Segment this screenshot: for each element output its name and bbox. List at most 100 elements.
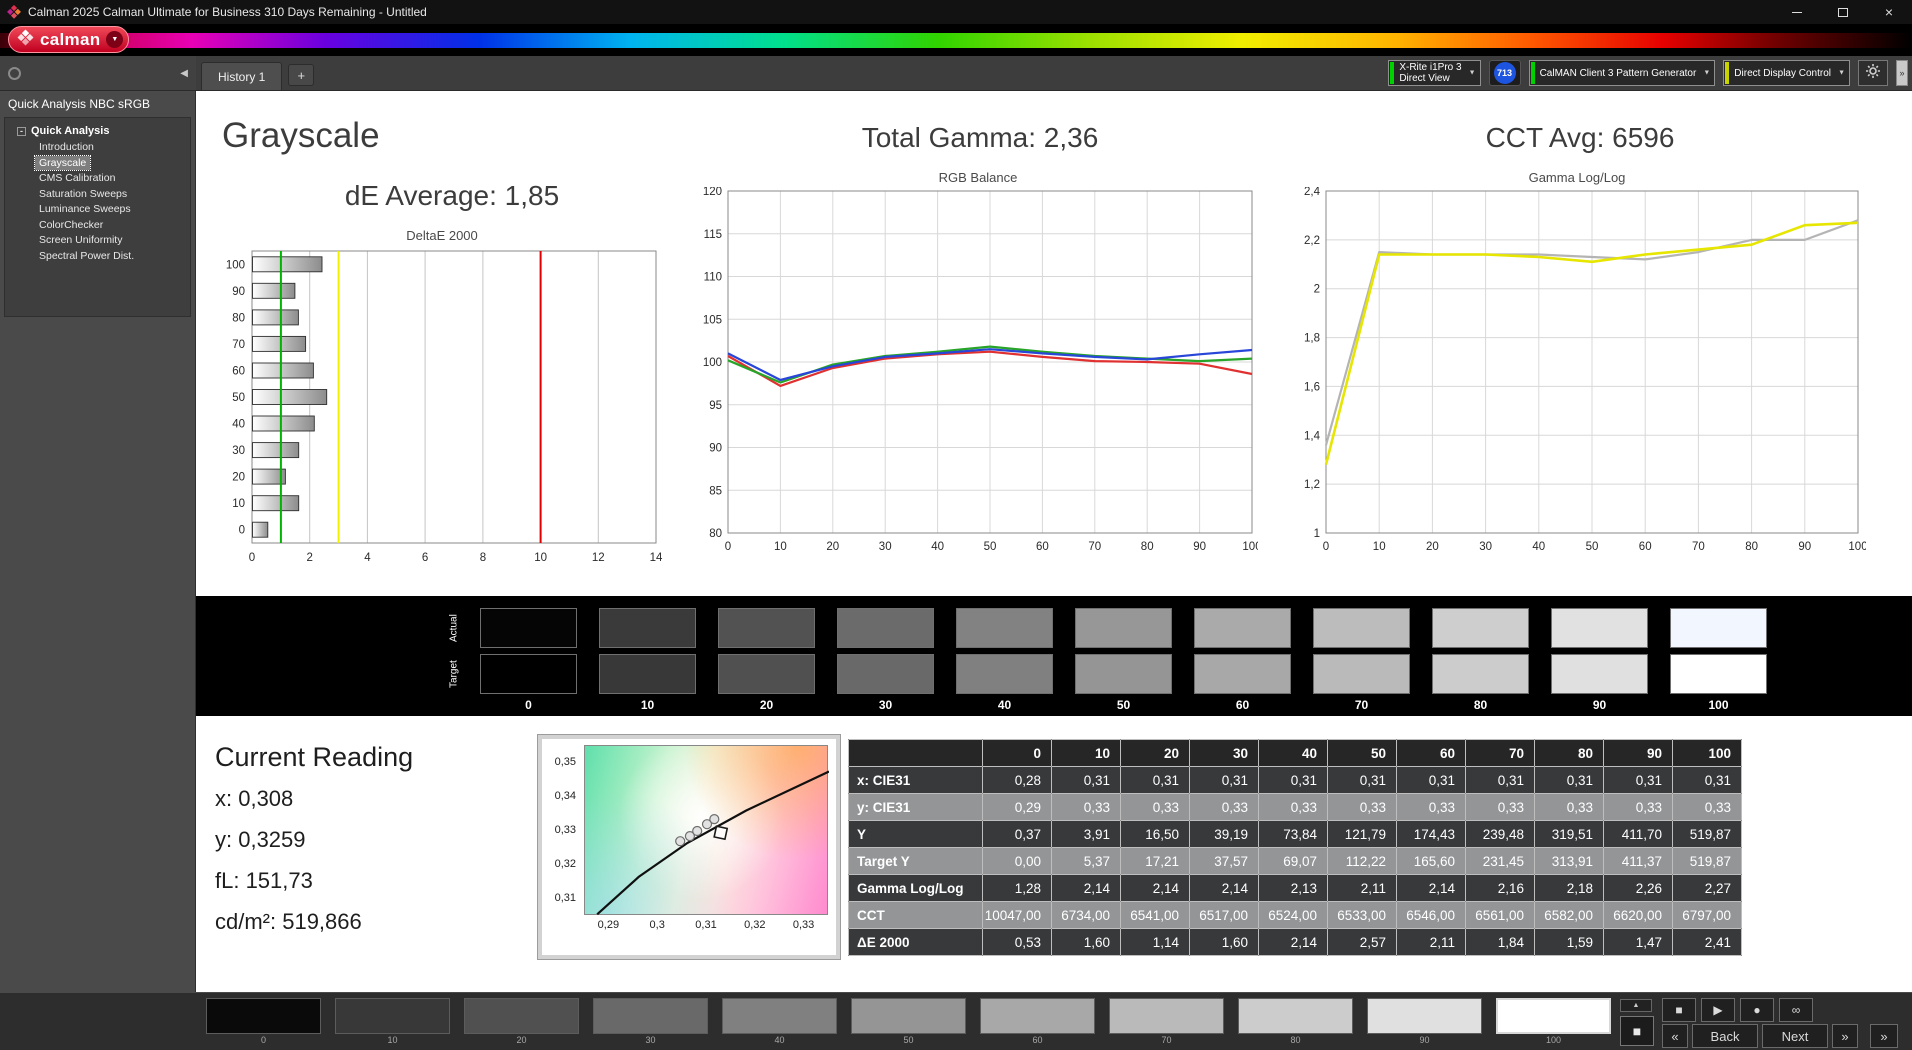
table-cell: 0,31 xyxy=(1121,767,1190,794)
skip-back-button[interactable]: « xyxy=(1662,1024,1688,1048)
table-cell: 0,31 xyxy=(1190,767,1259,794)
svg-text:10: 10 xyxy=(534,552,547,564)
cie-x-tick-label: 0,33 xyxy=(793,919,814,931)
pattern-level-button[interactable]: 90 xyxy=(1367,998,1482,1045)
sidebar-item-cms-calibration[interactable]: CMS Calibration xyxy=(35,171,119,186)
add-tab-button[interactable]: + xyxy=(288,64,314,86)
calman-logo-text: calman xyxy=(40,30,100,50)
pattern-window-button[interactable]: ■ xyxy=(1620,1016,1654,1046)
display-status-accent xyxy=(1725,62,1729,84)
svg-text:30: 30 xyxy=(232,445,245,457)
pattern-level-button[interactable]: 50 xyxy=(851,998,966,1045)
display-control-name: Direct Display Control xyxy=(1734,68,1831,79)
play-button[interactable]: ▶ xyxy=(1701,998,1735,1022)
minimize-button[interactable] xyxy=(1774,0,1820,24)
read-button[interactable]: ● xyxy=(1740,998,1774,1022)
swatch-level-label: 20 xyxy=(718,698,815,712)
workflow-home-icon[interactable] xyxy=(8,67,21,80)
sidebar-item-colorchecker[interactable]: ColorChecker xyxy=(35,218,107,233)
next-button[interactable]: Next xyxy=(1762,1024,1828,1048)
sidebar-collapse-button[interactable]: ◀ xyxy=(180,68,188,79)
grayscale-swatch xyxy=(718,654,815,694)
table-cell: 6517,00 xyxy=(1190,902,1259,929)
app-logo-icon xyxy=(7,5,21,19)
sidebar-item-grayscale[interactable]: Grayscale xyxy=(35,156,90,171)
sidebar-item-introduction[interactable]: Introduction xyxy=(35,140,98,155)
pattern-level-button[interactable]: 40 xyxy=(722,998,837,1045)
tab-bar: History 1 + X-Rite i1Pro 3 Direct View ▼… xyxy=(196,56,1912,91)
tree-expander-icon[interactable]: - xyxy=(17,127,26,136)
grayscale-swatch xyxy=(1670,654,1767,694)
table-cell: 2,11 xyxy=(1328,875,1397,902)
pattern-level-button[interactable]: 0 xyxy=(206,998,321,1045)
meter-mode: Direct View xyxy=(1399,73,1461,84)
svg-text:115: 115 xyxy=(704,229,722,241)
pattern-generator-dropdown[interactable]: CalMAN Client 3 Pattern Generator ▼ xyxy=(1529,60,1716,86)
pattern-level-button[interactable]: 80 xyxy=(1238,998,1353,1045)
target-row-label: Target xyxy=(446,654,462,694)
gamma-chart-title: Gamma Log/Log xyxy=(1288,170,1866,187)
pattern-level-button[interactable]: 100 xyxy=(1496,998,1611,1045)
grayscale-swatch xyxy=(956,608,1053,648)
maximize-button[interactable] xyxy=(1820,0,1866,24)
table-cell: 239,48 xyxy=(1466,821,1535,848)
pattern-swatch xyxy=(1109,998,1224,1034)
svg-text:20: 20 xyxy=(826,541,839,553)
pattern-level-label: 60 xyxy=(980,1035,1095,1045)
chevron-down-icon: ▼ xyxy=(1703,70,1710,77)
table-cell: 0,33 xyxy=(1259,794,1328,821)
table-cell: 0,31 xyxy=(1466,767,1535,794)
device-toolbar: X-Rite i1Pro 3 Direct View ▼ 713 CalMAN … xyxy=(1388,60,1912,86)
current-reading-title: Current Reading xyxy=(215,742,413,773)
table-cell: 2,57 xyxy=(1328,929,1397,956)
svg-text:0: 0 xyxy=(239,525,245,537)
back-button[interactable]: Back xyxy=(1692,1024,1758,1048)
workflow-sidebar: Quick Analysis NBC sRGB - Quick Analysis… xyxy=(0,91,196,992)
sidebar-item-saturation-sweeps[interactable]: Saturation Sweeps xyxy=(35,187,131,202)
settings-button[interactable] xyxy=(1858,60,1888,86)
display-control-dropdown[interactable]: Direct Display Control ▼ xyxy=(1723,60,1850,86)
svg-text:50: 50 xyxy=(232,392,245,404)
more-navigation-button[interactable]: » xyxy=(1870,1024,1898,1048)
sidebar-header: ◀ xyxy=(0,56,196,91)
sidebar-item-luminance-sweeps[interactable]: Luminance Sweeps xyxy=(35,202,135,217)
grayscale-swatch xyxy=(1432,608,1529,648)
close-button[interactable]: × xyxy=(1866,0,1912,24)
table-row-label: Y xyxy=(849,821,983,848)
grayscale-swatch xyxy=(1194,654,1291,694)
pattern-level-button[interactable]: 30 xyxy=(593,998,708,1045)
panel-expand-button[interactable]: » xyxy=(1896,60,1908,86)
pattern-swatch xyxy=(206,998,321,1034)
svg-text:2: 2 xyxy=(306,552,312,564)
calman-logo-menu[interactable]: calman ▼ xyxy=(8,26,129,53)
sidebar-item-screen-uniformity[interactable]: Screen Uniformity xyxy=(35,233,126,248)
skip-forward-button[interactable]: » xyxy=(1832,1024,1858,1048)
table-cell: 2,18 xyxy=(1535,875,1604,902)
table-cell: 1,60 xyxy=(1052,929,1121,956)
table-column-header: 0 xyxy=(983,740,1052,767)
pattern-level-label: 90 xyxy=(1367,1035,1482,1045)
pattern-level-button[interactable]: 20 xyxy=(464,998,579,1045)
tab-history-1[interactable]: History 1 xyxy=(201,62,282,90)
stop-button[interactable]: ■ xyxy=(1662,998,1696,1022)
table-cell: 319,51 xyxy=(1535,821,1604,848)
table-column-header: 40 xyxy=(1259,740,1328,767)
table-cell: 313,91 xyxy=(1535,848,1604,875)
pattern-level-button[interactable]: 60 xyxy=(980,998,1095,1045)
pattern-level-button[interactable]: 10 xyxy=(335,998,450,1045)
table-cell: 174,43 xyxy=(1397,821,1466,848)
meter-dropdown[interactable]: X-Rite i1Pro 3 Direct View ▼ xyxy=(1388,60,1480,86)
grayscale-swatch xyxy=(1075,608,1172,648)
sidebar-item-spectral-power-dist-[interactable]: Spectral Power Dist. xyxy=(35,249,138,264)
de-average-heading: dE Average: 1,85 xyxy=(262,180,642,212)
pattern-generator-name: CalMAN Client 3 Pattern Generator xyxy=(1540,68,1697,79)
table-row-label: CCT xyxy=(849,902,983,929)
pattern-swatch xyxy=(851,998,966,1034)
svg-text:2,2: 2,2 xyxy=(1304,235,1320,247)
continuous-read-button[interactable]: ∞ xyxy=(1779,998,1813,1022)
pattern-level-button[interactable]: 70 xyxy=(1109,998,1224,1045)
panel-up-button[interactable]: ▲ xyxy=(1620,999,1652,1012)
meter-status-badge: 713 xyxy=(1489,60,1521,86)
sidebar-item-quick-analysis-root[interactable]: - Quick Analysis xyxy=(5,123,190,139)
cie-chromaticity-panel[interactable]: 0,310,320,330,340,35 0,290,30,310,320,33 xyxy=(538,735,840,959)
